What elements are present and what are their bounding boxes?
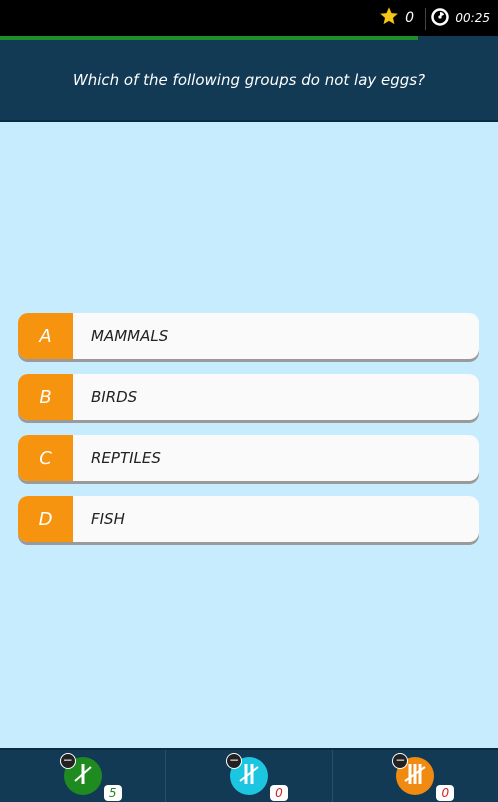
- timer-value: 00:25: [455, 11, 490, 25]
- answer-label: BIRDS: [91, 388, 138, 406]
- lifeline-two-button[interactable]: − 0: [225, 753, 288, 801]
- lifeline-three-button[interactable]: − 0: [392, 753, 455, 801]
- lifeline-slot: − 0: [165, 750, 331, 802]
- answer-option-c[interactable]: C REPTILES: [18, 435, 479, 481]
- lifeline-count: 0: [436, 785, 455, 801]
- lifeline-bar: − 5 − 0 − 0: [0, 748, 498, 802]
- answer-label: REPTILES: [91, 449, 161, 467]
- minus-icon: −: [59, 753, 76, 769]
- answer-letter: D: [18, 496, 73, 542]
- answer-option-a[interactable]: A MAMMALS: [18, 313, 479, 359]
- answer-label: FISH: [91, 510, 125, 528]
- lifeline-count: 5: [103, 785, 122, 801]
- header-divider: [425, 8, 426, 30]
- answer-option-d[interactable]: D FISH: [18, 496, 479, 542]
- minus-icon: −: [225, 753, 242, 769]
- lifeline-slot: − 0: [331, 750, 498, 802]
- lifeline-slot: − 5: [0, 750, 165, 802]
- answer-letter: B: [18, 374, 73, 420]
- answer-option-b[interactable]: B BIRDS: [18, 374, 479, 420]
- timer-icon: [430, 7, 450, 30]
- score-value: 0: [405, 10, 414, 26]
- timer-display: 00:25: [430, 0, 490, 36]
- lifeline-count: 0: [269, 785, 288, 801]
- star-icon: [379, 6, 399, 30]
- lifeline-one-button[interactable]: − 5: [59, 753, 122, 801]
- score-display: 0: [379, 0, 414, 36]
- answer-label: MAMMALS: [91, 327, 169, 345]
- question-panel: Which of the following groups do not lay…: [0, 40, 498, 122]
- answer-letter: C: [18, 435, 73, 481]
- question-text: Which of the following groups do not lay…: [72, 71, 426, 89]
- top-bar: 0 00:25: [0, 0, 498, 36]
- answer-letter: A: [18, 313, 73, 359]
